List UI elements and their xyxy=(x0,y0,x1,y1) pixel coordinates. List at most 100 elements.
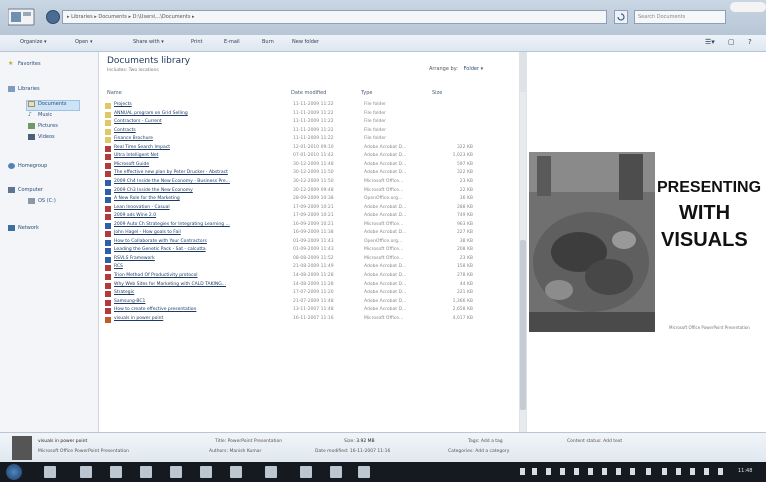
taskbar-app-explorer-icon[interactable] xyxy=(80,466,92,478)
column-header-date[interactable]: Date modified xyxy=(291,90,326,96)
nav-network[interactable]: Network xyxy=(8,225,39,231)
taskbar-app-paint-icon[interactable] xyxy=(330,466,342,478)
tray-app7-icon[interactable] xyxy=(630,468,635,475)
scrollbar-thumb[interactable] xyxy=(520,240,526,410)
back-button[interactable] xyxy=(46,10,60,24)
vertical-scrollbar[interactable] xyxy=(520,92,526,432)
file-row[interactable]: Ultra Intelligent Net 07-01-2010 11:42 Ado… xyxy=(105,153,505,161)
file-row[interactable]: A New Role for the Marketing 28-09-2009 1… xyxy=(105,196,505,204)
details-tags-value[interactable]: Add a tag xyxy=(481,439,503,444)
new-folder-button[interactable]: New folder xyxy=(292,39,319,45)
nav-libraries[interactable]: Libraries xyxy=(8,86,40,92)
column-header-type[interactable]: Type xyxy=(361,90,372,96)
file-date: 11-11-2009 11:22 xyxy=(293,127,334,133)
tray-app8-icon[interactable] xyxy=(646,468,651,475)
nav-documents-label: Documents xyxy=(38,101,67,107)
file-row[interactable]: Why Web Sites for Marketing with CALD TA… xyxy=(105,282,505,290)
refresh-button[interactable] xyxy=(614,10,628,24)
share-with-button[interactable]: Share with ▾ xyxy=(133,39,164,45)
file-row[interactable]: 2009 Ch3 Inside the New Economy 30-12-200… xyxy=(105,188,505,196)
file-row[interactable]: RSVLS Framework 08-08-2009 11:52 Microsoft… xyxy=(105,256,505,264)
start-button[interactable] xyxy=(6,464,22,480)
taskbar-app-outlook-icon[interactable] xyxy=(230,466,242,478)
file-row[interactable]: 2009 ads Wine 2.0 17-09-2009 10:21 Adobe A… xyxy=(105,213,505,221)
file-row[interactable]: Contractors - Current 11-11-2009 11:22 Fil… xyxy=(105,119,505,127)
tray-app10-icon[interactable] xyxy=(676,468,681,475)
details-categories-value[interactable]: Add a category xyxy=(475,449,509,454)
help-icon[interactable]: ? xyxy=(748,38,752,46)
file-row[interactable]: Contracts 11-11-2009 11:22 File folder xyxy=(105,128,505,136)
library-subtitle[interactable]: Includes: Two locations xyxy=(107,68,159,73)
nav-favorites[interactable]: ★ Favorites xyxy=(8,61,41,68)
tray-app5-icon[interactable] xyxy=(602,468,607,475)
tray-volume-icon[interactable] xyxy=(690,468,695,475)
pdf-file-icon xyxy=(105,308,111,315)
column-header-name[interactable]: Name xyxy=(107,90,122,96)
file-row[interactable]: Leading the Genetic Pack - Sat - calcutt… xyxy=(105,247,505,255)
nav-music[interactable]: ♪ Music xyxy=(28,112,52,119)
nav-computer[interactable]: Computer xyxy=(8,187,43,193)
file-row[interactable]: Microsoft Guide 30-12-2009 11:48 Adobe Acr… xyxy=(105,162,505,170)
file-row[interactable]: Trion Method Of Productivity protocol 14-… xyxy=(105,273,505,281)
print-button[interactable]: Print xyxy=(191,39,203,45)
nav-pictures[interactable]: Pictures xyxy=(28,123,58,129)
file-size: 4,017 KB xyxy=(452,315,473,321)
file-row[interactable]: 2009 Ch4 Inside the New Economy - Busine… xyxy=(105,179,505,187)
column-header-size[interactable]: Size xyxy=(432,90,442,96)
file-row[interactable]: How to create effective presentation 13-1… xyxy=(105,307,505,315)
file-row[interactable]: Projects 11-11-2009 11:22 File folder xyxy=(105,102,505,110)
nav-pictures-label: Pictures xyxy=(38,123,58,129)
window-controls[interactable] xyxy=(730,2,766,12)
arrange-value[interactable]: Folder ▾ xyxy=(464,66,484,72)
file-row[interactable]: Samsung-BC1 21-07-2009 11:48 Adobe Acrobat… xyxy=(105,299,505,307)
file-row[interactable]: Finance Brochure 11-11-2009 11:22 File fol… xyxy=(105,136,505,144)
tray-app4-icon[interactable] xyxy=(588,468,593,475)
nav-documents[interactable]: Documents xyxy=(28,101,67,107)
open-button[interactable]: Open ▾ xyxy=(75,39,92,45)
arrange-by[interactable]: Arrange by: Folder ▾ xyxy=(429,66,483,72)
email-button[interactable]: E-mail xyxy=(224,39,240,45)
details-authors-value[interactable]: Manish Kumar xyxy=(229,449,261,454)
nav-homegroup[interactable]: Homegroup xyxy=(8,163,47,169)
command-toolbar: Organize ▾ Open ▾ Share with ▾ Print E-m… xyxy=(0,35,766,52)
file-row[interactable]: visuals in power point 16-11-2007 11:16 Mi… xyxy=(105,316,505,324)
organize-button[interactable]: Organize ▾ xyxy=(20,39,47,45)
file-row[interactable]: John Hagel - How goals to Fail 16-09-2009… xyxy=(105,230,505,238)
tray-flag-icon[interactable] xyxy=(532,468,537,475)
tray-battery-icon[interactable] xyxy=(718,468,723,475)
file-row[interactable]: The effective new plan by Peter Drucker … xyxy=(105,170,505,178)
tray-app3-icon[interactable] xyxy=(574,468,579,475)
taskbar-clock[interactable]: 11:48 xyxy=(738,468,752,474)
details-status-value[interactable]: Add text xyxy=(603,439,622,444)
taskbar-app-acrobat-icon[interactable] xyxy=(265,466,277,478)
file-row[interactable]: How to Collaborate with Your Contractors… xyxy=(105,239,505,247)
file-row[interactable]: Real Time Search Impact 12-01-2010 09:10 A… xyxy=(105,145,505,153)
file-row[interactable]: 2009 Auto Ch Strategies for Integrating … xyxy=(105,222,505,230)
taskbar-app-chat-icon[interactable] xyxy=(300,466,312,478)
search-input[interactable]: Search Documents xyxy=(634,10,726,24)
details-title-value[interactable]: PowerPoint Presentation xyxy=(228,439,282,444)
file-row[interactable]: Lean Innovation - Casual 17-09-2009 10:21… xyxy=(105,205,505,213)
preview-pane-icon[interactable]: ▢ xyxy=(728,38,735,46)
address-bar[interactable]: ▸ Libraries ▸ Documents ▸ D:\Users\...\D… xyxy=(62,10,607,24)
file-row[interactable]: ANNUAL program on Grid Selling 11-11-2009… xyxy=(105,111,505,119)
taskbar-app-notes-icon[interactable] xyxy=(358,466,370,478)
file-date: 16-09-2009 11:38 xyxy=(293,230,334,236)
burn-button[interactable]: Burn xyxy=(262,39,274,45)
nav-videos[interactable]: Videos xyxy=(28,134,55,140)
taskbar-app-excel-icon[interactable] xyxy=(170,466,182,478)
nav-drive[interactable]: OS (C:) xyxy=(28,198,56,204)
tray-app9-icon[interactable] xyxy=(662,468,667,475)
taskbar-app-ie-icon[interactable] xyxy=(44,466,56,478)
view-options-icon[interactable]: ☰▾ xyxy=(705,38,715,46)
taskbar-app-word-icon[interactable] xyxy=(140,466,152,478)
tray-app2-icon[interactable] xyxy=(560,468,565,475)
file-row[interactable]: RCS 21-08-2009 11:49 Adobe Acrobat D... 158… xyxy=(105,264,505,272)
tray-action-icon[interactable] xyxy=(704,468,709,475)
file-row[interactable]: Strategic 17-07-2009 11:20 Adobe Acrobat D… xyxy=(105,290,505,298)
tray-app6-icon[interactable] xyxy=(616,468,621,475)
tray-network-icon[interactable] xyxy=(520,468,525,475)
taskbar-app-media-icon[interactable] xyxy=(110,466,122,478)
tray-app-icon[interactable] xyxy=(546,468,551,475)
taskbar-app-powerpoint-icon[interactable] xyxy=(200,466,212,478)
